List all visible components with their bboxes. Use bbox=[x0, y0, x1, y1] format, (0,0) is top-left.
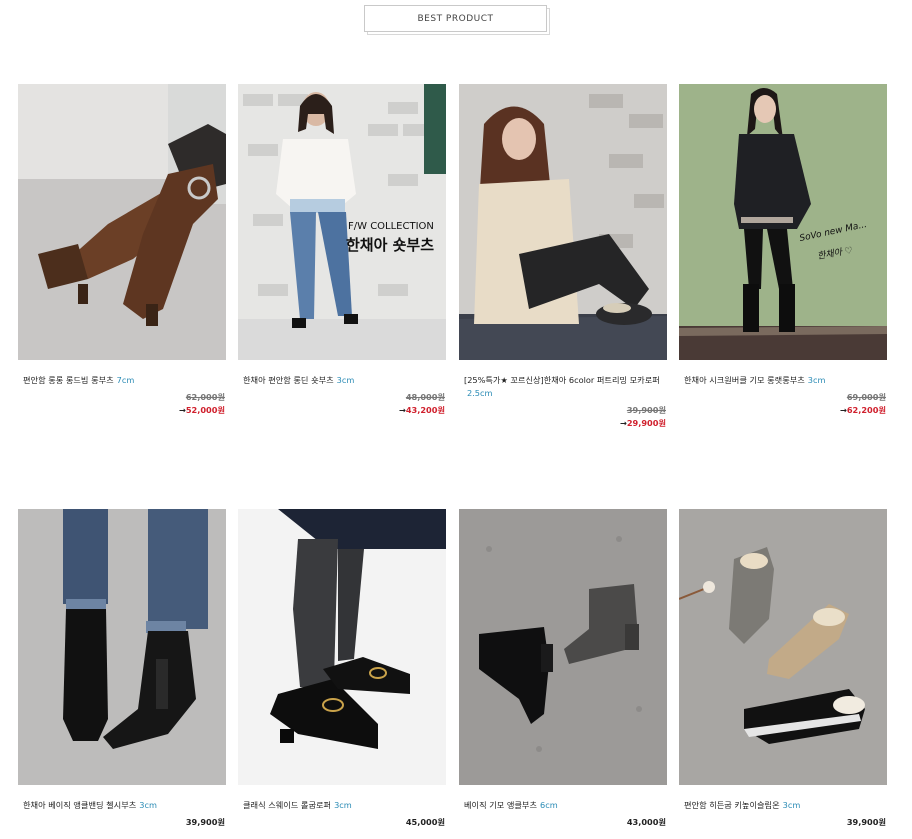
product-card[interactable]: 베이직 기모 앵클부츠 6cm 43,000원 bbox=[459, 509, 667, 829]
product-name[interactable]: 한채아 편안함 롱딘 숏부츠 3cm bbox=[243, 374, 443, 387]
product-card[interactable]: 클래식 스웨이드 롤굽로퍼 3cm 45,000원 bbox=[238, 509, 446, 829]
product-image[interactable]: SoVo new Ma... 한채아 ♡ bbox=[679, 84, 887, 360]
sale-price: →62,200원 bbox=[839, 405, 886, 415]
product-image[interactable] bbox=[18, 509, 226, 785]
product-name[interactable]: [25%특가★ 꼬르신상]한채아 6color 퍼트리밍 모카로퍼2.5cm bbox=[464, 374, 664, 400]
price: 39,900원 bbox=[846, 817, 886, 827]
original-price: 69,000원 bbox=[846, 392, 886, 402]
product-card[interactable]: SoVo new Ma... 한채아 ♡ 한채아 시크원버클 기모 롱랫롱부츠 3… bbox=[679, 84, 887, 417]
product-card[interactable]: 편안함 히든굽 키높이슬립온 3cm 39,900원 bbox=[679, 509, 887, 829]
price-block: 45,000원 bbox=[238, 816, 446, 829]
heel-height: 2.5cm bbox=[467, 388, 493, 398]
price-block: 62,000원 →52,000원 bbox=[18, 391, 226, 417]
heel-height: 3cm bbox=[336, 375, 355, 385]
price-block: 39,900원 →29,900원 bbox=[459, 404, 667, 430]
price-block: 39,900원 bbox=[18, 816, 226, 829]
product-name[interactable]: 한채아 시크원버클 기모 롱랫롱부츠 3cm bbox=[684, 374, 884, 387]
sale-price: →43,200원 bbox=[398, 405, 445, 415]
original-price: 39,900원 bbox=[626, 405, 666, 415]
heel-height: 3cm bbox=[807, 375, 826, 385]
original-price: 62,000원 bbox=[185, 392, 225, 402]
product-name[interactable]: 클래식 스웨이드 롤굽로퍼 3cm bbox=[243, 799, 443, 812]
product-name[interactable]: 한채아 베이직 앵클밴딩 첼시부츠 3cm bbox=[23, 799, 223, 812]
best-product-tab-wrap: BEST PRODUCT bbox=[364, 5, 550, 35]
heel-height: 3cm bbox=[782, 800, 801, 810]
heel-height: 7cm bbox=[116, 375, 135, 385]
product-card[interactable]: 한채아 베이직 앵클밴딩 첼시부츠 3cm 39,900원 bbox=[18, 509, 226, 829]
price: 39,900원 bbox=[185, 817, 225, 827]
heel-height: 3cm bbox=[334, 800, 352, 810]
product-card[interactable]: [25%특가★ 꼬르신상]한채아 6color 퍼트리밍 모카로퍼2.5cm 3… bbox=[459, 84, 667, 430]
price-block: 39,900원 bbox=[679, 816, 887, 829]
price-block: 43,000원 bbox=[459, 816, 667, 829]
product-image[interactable] bbox=[459, 84, 667, 360]
collection-caption: F/W COLLECTION bbox=[348, 221, 434, 232]
product-image[interactable]: F/W COLLECTION 한채아 숏부츠 bbox=[238, 84, 446, 360]
price-block: 69,000원 →62,200원 bbox=[679, 391, 887, 417]
original-price: 48,000원 bbox=[405, 392, 445, 402]
heel-height: 3cm bbox=[139, 800, 157, 810]
product-name[interactable]: 편안함 히든굽 키높이슬립온 3cm bbox=[684, 799, 884, 812]
product-name[interactable]: 편안함 롱롱 롱드빔 롱부츠 7cm bbox=[23, 374, 223, 387]
product-image[interactable] bbox=[459, 509, 667, 785]
heel-height: 6cm bbox=[540, 800, 558, 810]
sale-price: →52,000원 bbox=[178, 405, 225, 415]
product-card[interactable]: 편안함 롱롱 롱드빔 롱부츠 7cm 62,000원 →52,000원 bbox=[18, 84, 226, 417]
product-image[interactable] bbox=[18, 84, 226, 360]
product-card[interactable]: F/W COLLECTION 한채아 숏부츠 한채아 편안함 롱딘 숏부츠 3cm… bbox=[238, 84, 446, 417]
product-image[interactable] bbox=[238, 509, 446, 785]
price: 45,000원 bbox=[405, 817, 445, 827]
sale-price: →29,900원 bbox=[619, 418, 666, 428]
product-image[interactable] bbox=[679, 509, 887, 785]
best-product-tab[interactable]: BEST PRODUCT bbox=[364, 5, 547, 32]
product-name[interactable]: 베이직 기모 앵클부츠 6cm bbox=[464, 799, 664, 812]
collection-title: 한채아 숏부츠 bbox=[346, 236, 435, 254]
price: 43,000원 bbox=[626, 817, 666, 827]
price-block: 48,000원 →43,200원 bbox=[238, 391, 446, 417]
